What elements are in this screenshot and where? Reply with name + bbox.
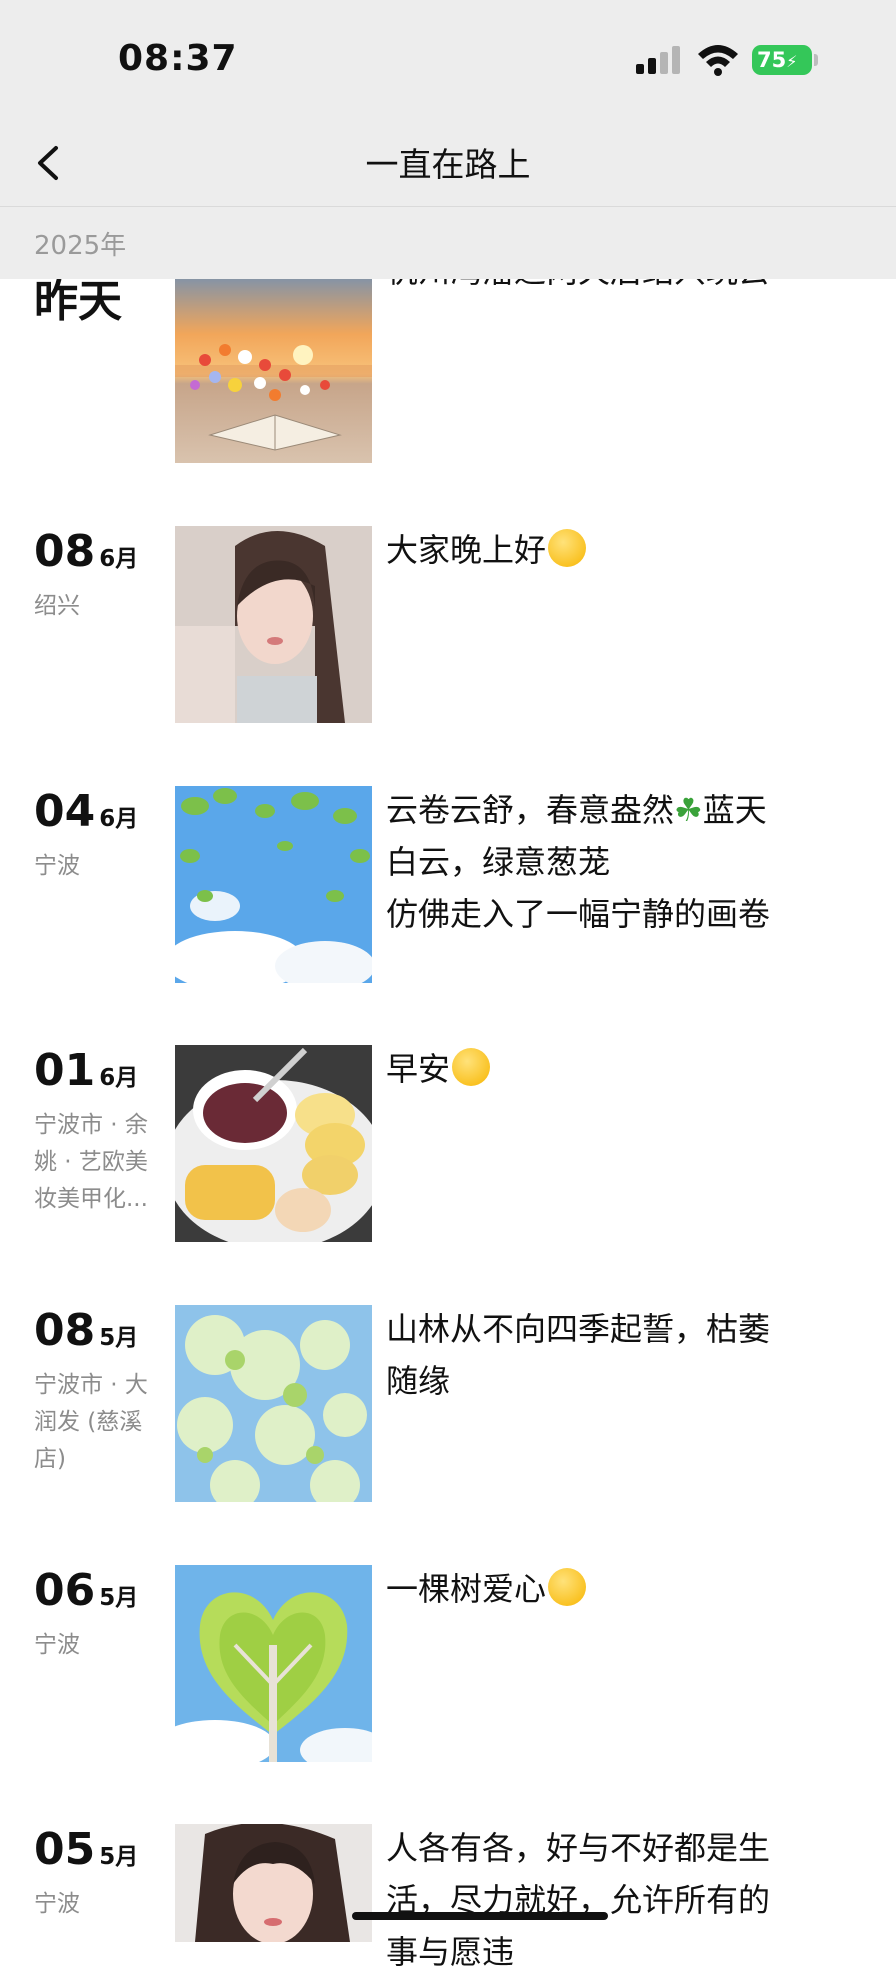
smiling-face-emoji [548,529,587,567]
date-label: 01 6月 [34,1045,138,1096]
moment-text-line: 事与愿违 [386,1933,515,1971]
moment-text-line: 山林从不向四季起誓，枯萎 [386,1310,771,1348]
date-month: 6月 [99,1065,139,1091]
date-label: 08 6月 [34,526,138,577]
moment-text-line: 蓝天 [702,791,767,829]
moment-text-line: 人各有各，好与不好都是生 [386,1829,771,1867]
date-label: 04 6月 [34,786,138,837]
page-title: 一直在路上 [365,145,531,184]
home-indicator[interactable] [352,1912,608,1920]
location-line: 润发 (慈溪 [34,1409,143,1435]
moment-thumbnail[interactable] [175,265,372,463]
location-line: 姚 · 艺欧美 [34,1149,148,1175]
location-label: 宁波市 · 余 姚 · 艺欧美 妆美甲化... [34,1107,159,1218]
moment-text-content: 早安 [386,1050,451,1088]
smiling-face-emoji [452,1048,491,1086]
battery-charging-icon: 75⚡ [752,45,812,75]
location-label: 宁波 [34,853,80,879]
moment-text: 人各有各，好与不好都是生 活，尽力就好，允许所有的 事与愿违 [386,1822,836,1978]
moment-text: 一棵树爱心 [386,1563,836,1615]
moment-thumbnail[interactable] [175,526,372,723]
date-day: 08 [34,1305,96,1356]
moment-text-content: 一棵树爱心 [386,1570,547,1608]
location-line: 宁波市 · 余 [34,1112,148,1138]
date-label: 06 5月 [34,1565,138,1616]
moment-text-line: 云卷云舒，春意盎然 [386,791,675,829]
smiling-face-emoji [548,1568,587,1606]
moment-text: 大家晚上好 [386,524,836,576]
moment-text-line: 随缘 [386,1362,451,1400]
year-header: 2025年 [0,207,896,279]
location-line: 宁波市 · 大 [34,1372,148,1398]
year-label: 2025年 [34,231,127,261]
location-label: 宁波市 · 大 润发 (慈溪 店) [34,1367,159,1478]
date-month: 5月 [99,1844,139,1870]
location-label: 宁波 [34,1632,80,1658]
location-line: 店) [34,1446,66,1472]
wifi-icon [698,45,738,76]
location-line: 妆美甲化... [34,1186,148,1212]
moment-thumbnail[interactable] [175,1824,372,1942]
date-month: 6月 [99,806,139,832]
moment-thumbnail[interactable] [175,1565,372,1762]
moment-thumbnail[interactable] [175,1305,372,1502]
moment-text-content: 大家晚上好 [386,531,547,569]
date-day: 04 [34,786,96,837]
navigation-bar: 一直在路上 [0,120,896,207]
moment-text-line: 仿佛走入了一幅宁静的画卷 [386,895,771,933]
date-day: 05 [34,1824,96,1875]
moment-thumbnail[interactable] [175,1045,372,1242]
date-month: 5月 [99,1585,139,1611]
moment-text: 山林从不向四季起誓，枯萎 随缘 [386,1303,836,1407]
date-month: 5月 [99,1325,139,1351]
battery-cap [814,54,818,66]
moment-text-line: 白云，绿意葱茏 [386,843,611,881]
date-day: 01 [34,1045,96,1096]
moment-text: 云卷云舒，春意盎然☘蓝天 白云，绿意葱茏 仿佛走入了一幅宁静的画卷 [386,784,836,940]
date-label: 05 5月 [34,1824,138,1875]
cellular-signal-icon [636,46,680,74]
location-label: 绍兴 [34,593,80,619]
moment-text: 早安 [386,1043,836,1095]
date-day: 06 [34,1565,96,1616]
four-leaf-clover-emoji: ☘ [674,791,703,829]
date-day: 08 [34,526,96,577]
moment-thumbnail[interactable] [175,786,372,983]
status-bar: 08:37 75⚡ [0,0,896,120]
battery-level: 75 [757,48,787,72]
location-label: 宁波 [34,1891,80,1917]
date-month: 6月 [99,546,139,572]
status-time: 08:37 [118,38,238,79]
date-label: 08 5月 [34,1305,138,1356]
